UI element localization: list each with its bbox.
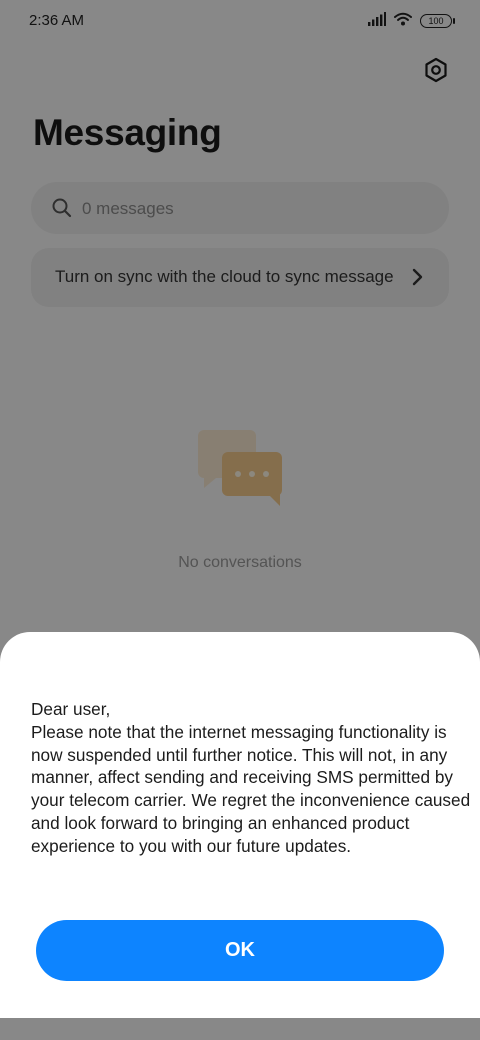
dialog-body: Please note that the internet messaging … — [31, 721, 471, 856]
bottom-strip — [0, 1018, 480, 1040]
dialog-message: Dear user, Please note that the internet… — [31, 698, 471, 858]
dialog-greeting: Dear user, — [31, 699, 111, 719]
suspension-notice-dialog: Dear user, Please note that the internet… — [0, 632, 480, 1018]
ok-button[interactable]: OK — [36, 920, 444, 981]
